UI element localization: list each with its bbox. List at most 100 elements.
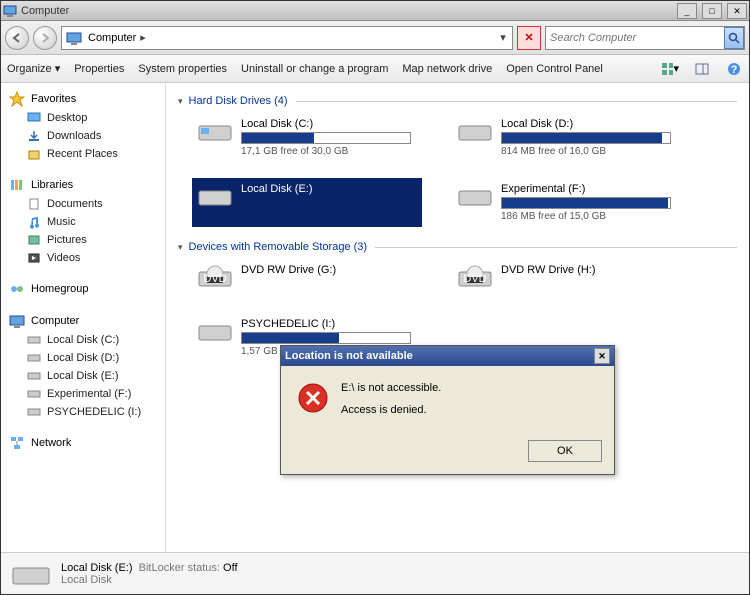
system-properties-button[interactable]: System properties xyxy=(138,63,227,75)
navigation-pane: Favorites Desktop Downloads Recent Place… xyxy=(1,83,166,552)
drive-c[interactable]: Local Disk (C:) 17,1 GB free of 30,0 GB xyxy=(192,113,422,162)
disk-icon xyxy=(27,387,41,401)
view-options-button[interactable]: ▾ xyxy=(661,60,679,78)
homegroup-header[interactable]: Homegroup xyxy=(1,279,165,299)
help-button[interactable]: ? xyxy=(725,60,743,78)
computer-header[interactable]: Computer xyxy=(1,311,165,331)
libraries-header[interactable]: Libraries xyxy=(1,175,165,195)
drive-name: Local Disk (C:) xyxy=(241,118,417,130)
bitlocker-value: Off xyxy=(223,562,237,574)
control-panel-button[interactable]: Open Control Panel xyxy=(506,63,603,75)
uninstall-button[interactable]: Uninstall or change a program xyxy=(241,63,388,75)
details-pane: Local Disk (E:) BitLocker status: Off Lo… xyxy=(1,552,749,594)
videos-icon xyxy=(27,251,41,265)
music-icon xyxy=(27,215,41,229)
disk-icon xyxy=(197,183,233,211)
dialog-close-button[interactable]: ✕ xyxy=(594,348,610,364)
capacity-bar xyxy=(501,197,671,209)
status-name: Local Disk (E:) xyxy=(61,562,133,574)
sidebar-item-disk-d[interactable]: Local Disk (D:) xyxy=(1,349,165,367)
group-removable[interactable]: ▾ Devices with Removable Storage (3) xyxy=(178,241,737,253)
dialog-title: Location is not available xyxy=(285,350,594,362)
documents-icon xyxy=(27,197,41,211)
drive-name: DVD RW Drive (G:) xyxy=(241,264,417,276)
disk-icon xyxy=(27,405,41,419)
group-hdd[interactable]: ▾ Hard Disk Drives (4) xyxy=(178,95,737,107)
disk-icon xyxy=(11,560,51,588)
stop-refresh-button[interactable]: ✕ xyxy=(517,26,541,50)
map-drive-button[interactable]: Map network drive xyxy=(402,63,492,75)
drive-f[interactable]: Experimental (F:) 186 MB free of 15,0 GB xyxy=(452,178,682,227)
svg-text:DVD: DVD xyxy=(463,273,486,285)
sidebar-item-recent[interactable]: Recent Places xyxy=(1,145,165,163)
window-titlebar: Computer _ □ ✕ xyxy=(1,1,749,21)
favorites-header[interactable]: Favorites xyxy=(1,89,165,109)
sidebar-item-disk-i[interactable]: PSYCHEDELIC (I:) xyxy=(1,403,165,421)
collapse-icon[interactable]: ▾ xyxy=(178,96,183,107)
status-type: Local Disk xyxy=(61,574,238,586)
sidebar-item-pictures[interactable]: Pictures xyxy=(1,231,165,249)
forward-button[interactable] xyxy=(33,26,57,50)
free-text: 814 MB free of 16,0 GB xyxy=(501,146,677,157)
drive-e[interactable]: Local Disk (E:) xyxy=(192,178,422,227)
disk-icon xyxy=(27,369,41,383)
ok-button[interactable]: OK xyxy=(528,440,602,462)
sidebar-item-desktop[interactable]: Desktop xyxy=(1,109,165,127)
drive-name: Local Disk (D:) xyxy=(501,118,677,130)
homegroup-icon xyxy=(9,281,25,297)
libraries-icon xyxy=(9,177,25,193)
error-icon xyxy=(297,382,329,414)
capacity-bar xyxy=(241,132,411,144)
minimize-button[interactable]: _ xyxy=(677,3,697,19)
sidebar-item-disk-c[interactable]: Local Disk (C:) xyxy=(1,331,165,349)
bitlocker-label: BitLocker status: xyxy=(139,562,220,574)
drive-name: Local Disk (E:) xyxy=(241,183,417,195)
dialog-message-2: Access is denied. xyxy=(341,404,598,416)
disk-icon xyxy=(27,351,41,365)
search-button[interactable] xyxy=(724,27,744,49)
network-icon xyxy=(9,435,25,451)
search-box[interactable] xyxy=(545,26,745,50)
free-text: 186 MB free of 15,0 GB xyxy=(501,211,677,222)
breadcrumb[interactable]: Computer xyxy=(84,32,140,44)
computer-icon xyxy=(66,30,82,46)
sidebar-item-music[interactable]: Music xyxy=(1,213,165,231)
nav-toolbar: Computer ▸ ▾ ✕ xyxy=(1,21,749,55)
window-title: Computer xyxy=(21,5,675,17)
address-dropdown[interactable]: ▾ xyxy=(496,31,510,44)
organize-menu[interactable]: Organize ▾ xyxy=(7,62,60,75)
recent-icon xyxy=(27,147,41,161)
downloads-icon xyxy=(27,129,41,143)
sidebar-item-videos[interactable]: Videos xyxy=(1,249,165,267)
free-text: 17,1 GB free of 30,0 GB xyxy=(241,146,417,157)
sidebar-item-documents[interactable]: Documents xyxy=(1,195,165,213)
close-button[interactable]: ✕ xyxy=(727,3,747,19)
preview-pane-button[interactable] xyxy=(693,60,711,78)
maximize-button[interactable]: □ xyxy=(702,3,722,19)
sidebar-item-downloads[interactable]: Downloads xyxy=(1,127,165,145)
properties-button[interactable]: Properties xyxy=(74,63,124,75)
network-header[interactable]: Network xyxy=(1,433,165,453)
disk-icon xyxy=(27,333,41,347)
usb-disk-icon xyxy=(197,318,233,346)
svg-text:?: ? xyxy=(731,64,738,76)
content-view: ▾ Hard Disk Drives (4) Local Disk (C:) 1… xyxy=(166,83,749,552)
sidebar-item-disk-e[interactable]: Local Disk (E:) xyxy=(1,367,165,385)
svg-text:DVD: DVD xyxy=(203,273,226,285)
search-input[interactable] xyxy=(546,32,724,44)
star-icon xyxy=(9,91,25,107)
chevron-right-icon[interactable]: ▸ xyxy=(140,31,146,44)
desktop-icon xyxy=(27,111,41,125)
address-bar[interactable]: Computer ▸ ▾ xyxy=(61,26,513,50)
disk-icon xyxy=(457,183,493,211)
back-button[interactable] xyxy=(5,26,29,50)
drive-d[interactable]: Local Disk (D:) 814 MB free of 16,0 GB xyxy=(452,113,682,162)
collapse-icon[interactable]: ▾ xyxy=(178,242,183,253)
drive-g[interactable]: DVD DVD RW Drive (G:) xyxy=(192,259,422,297)
capacity-bar xyxy=(241,332,411,344)
dialog-titlebar[interactable]: Location is not available ✕ xyxy=(281,346,614,366)
sidebar-item-disk-f[interactable]: Experimental (F:) xyxy=(1,385,165,403)
pictures-icon xyxy=(27,233,41,247)
drive-name: PSYCHEDELIC (I:) xyxy=(241,318,417,330)
drive-h[interactable]: DVD DVD RW Drive (H:) xyxy=(452,259,682,297)
